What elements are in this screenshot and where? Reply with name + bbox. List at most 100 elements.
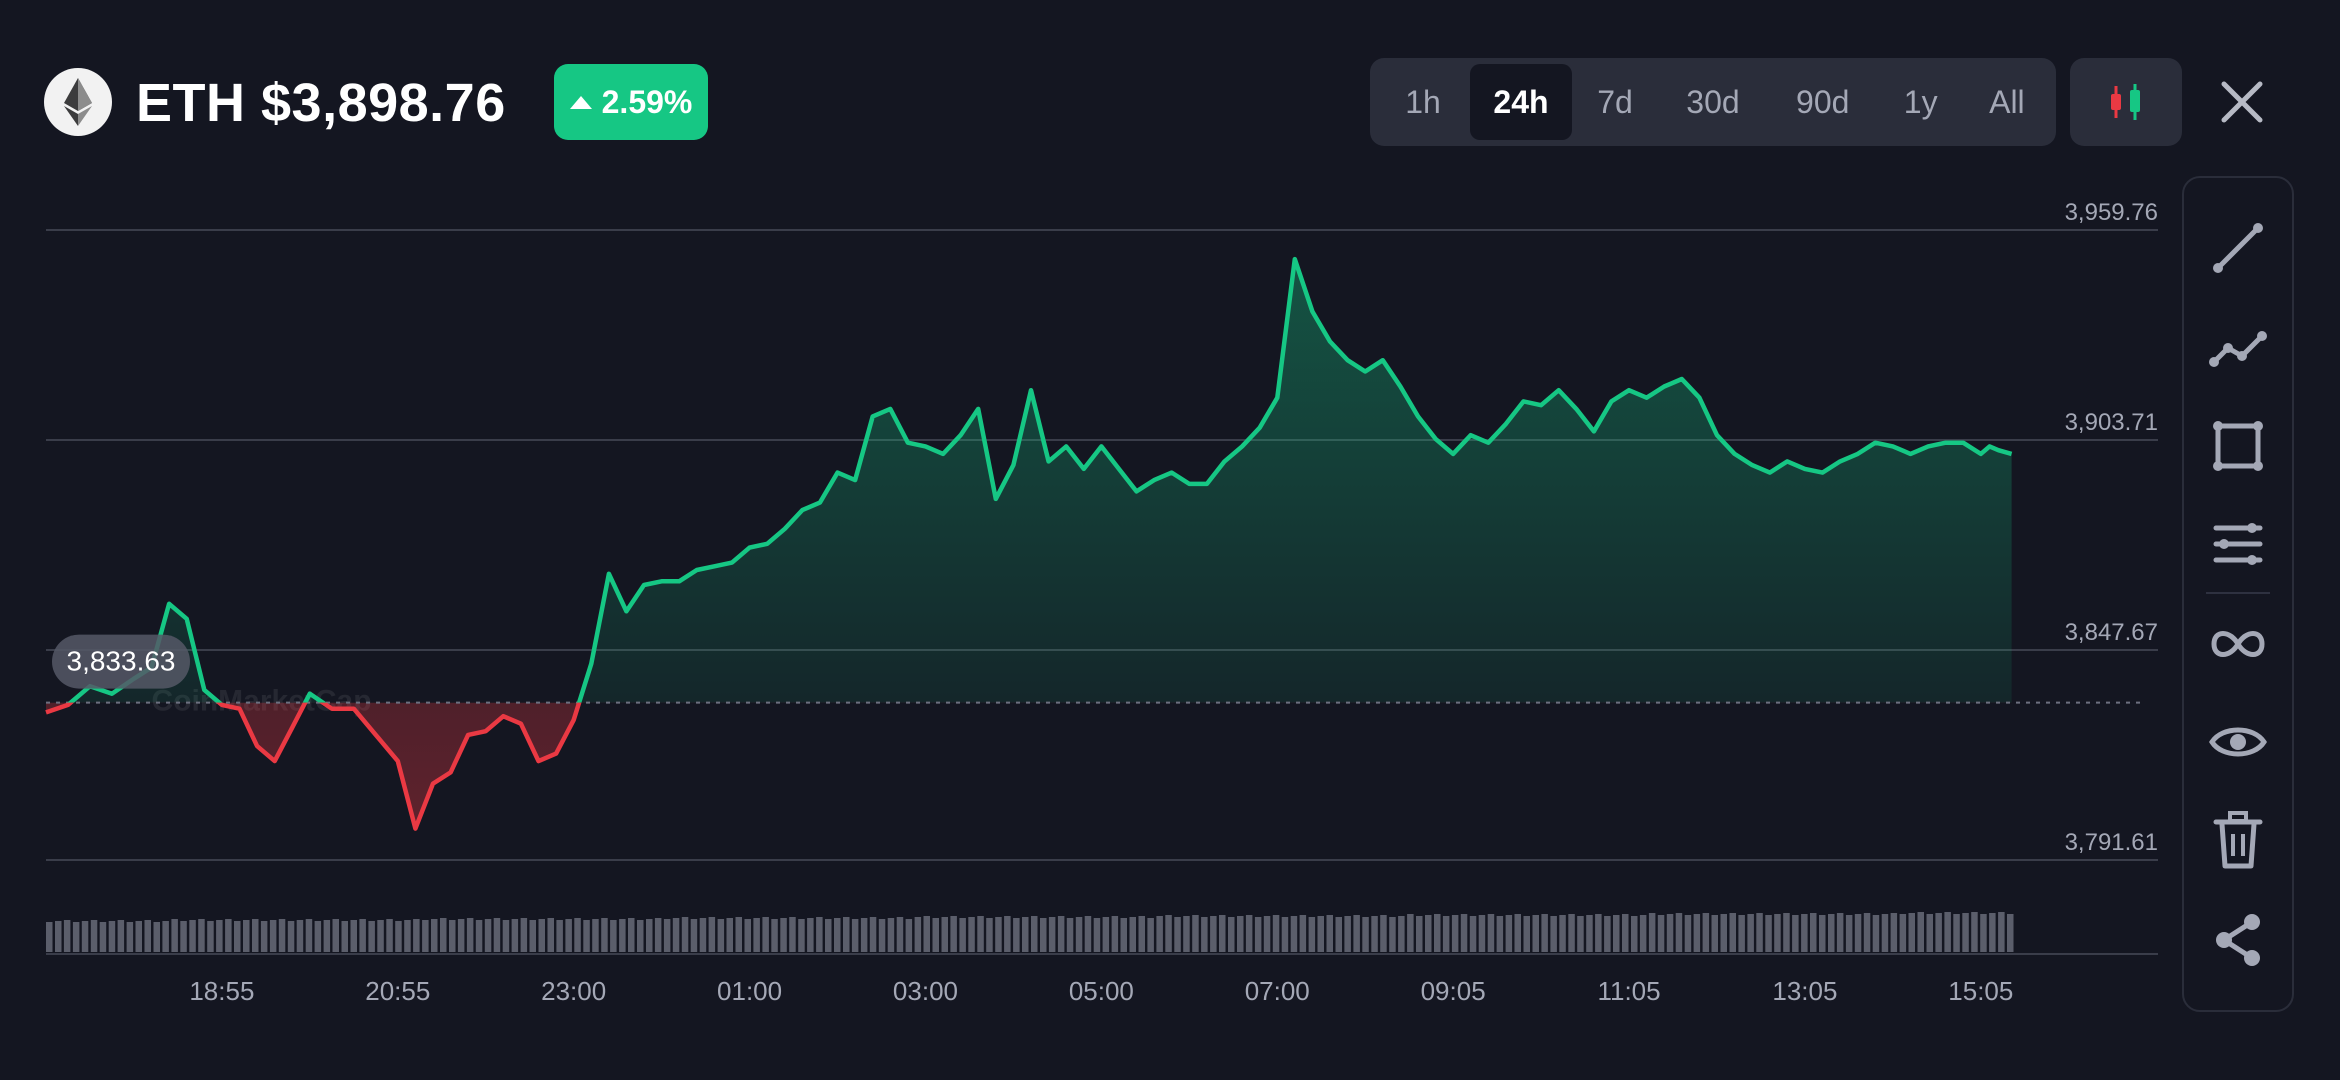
close-button[interactable] bbox=[2210, 70, 2274, 134]
share-tool[interactable] bbox=[2184, 900, 2292, 980]
volume-bar bbox=[502, 920, 510, 952]
volume-bar bbox=[296, 920, 304, 952]
x-axis-label: 23:00 bbox=[541, 976, 606, 1006]
rectangle-tool[interactable] bbox=[2184, 406, 2292, 486]
range-tab-7d[interactable]: 7d bbox=[1572, 64, 1658, 140]
volume-bar bbox=[1353, 915, 1360, 952]
volume-bar bbox=[816, 917, 823, 952]
delete-tool[interactable] bbox=[2184, 800, 2292, 880]
volume-bar bbox=[234, 921, 241, 952]
range-tab-24h[interactable]: 24h bbox=[1470, 64, 1572, 140]
y-axis-label: 3,959.76 bbox=[2065, 199, 2158, 226]
volume-bar bbox=[1935, 913, 1942, 952]
trend-line-tool[interactable] bbox=[2184, 208, 2292, 288]
volume-bar bbox=[914, 917, 922, 952]
volume-bar bbox=[63, 920, 71, 952]
volume-bar bbox=[646, 919, 653, 952]
volume-bar bbox=[1451, 915, 1459, 952]
x-axis-label: 05:00 bbox=[1069, 976, 1134, 1006]
volume-bar bbox=[941, 917, 948, 952]
volume-bar bbox=[144, 920, 151, 952]
volume-bar bbox=[1174, 917, 1181, 952]
volume-bar bbox=[1040, 918, 1047, 952]
rectangle-icon bbox=[2213, 421, 2263, 471]
time-range-tabs: 1h 24h 7d 30d 90d 1y All bbox=[1370, 58, 2056, 146]
chart-canvas[interactable]: 3,959.763,903.713,847.673,791.61CoinMark… bbox=[0, 170, 2170, 1080]
range-tab-all[interactable]: All bbox=[1964, 64, 2050, 140]
tools-divider bbox=[2206, 592, 2270, 594]
range-tab-1h[interactable]: 1h bbox=[1376, 64, 1470, 140]
volume-bar bbox=[457, 919, 465, 952]
volume-bar bbox=[1362, 917, 1369, 952]
volume-bar bbox=[843, 917, 850, 952]
volume-bar bbox=[663, 919, 671, 952]
volume-bar bbox=[440, 918, 447, 952]
range-tab-30d[interactable]: 30d bbox=[1658, 64, 1768, 140]
volume-bar bbox=[305, 919, 313, 952]
infinity-tool[interactable] bbox=[2184, 604, 2292, 684]
x-axis-label: 09:05 bbox=[1421, 976, 1486, 1006]
volume-bar bbox=[278, 919, 286, 952]
volume-bar bbox=[905, 919, 913, 952]
range-tab-1y[interactable]: 1y bbox=[1878, 64, 1964, 140]
volume-bar bbox=[1272, 915, 1280, 952]
volume-bar bbox=[1962, 913, 1969, 952]
volume-bar bbox=[1586, 915, 1593, 952]
volume-bar bbox=[1084, 916, 1092, 952]
volume-bar bbox=[1872, 915, 1880, 952]
volume-bar bbox=[1998, 912, 2005, 952]
ethereum-logo-icon bbox=[44, 68, 112, 136]
volume-bar bbox=[1281, 917, 1289, 952]
volume-bar bbox=[1622, 914, 1629, 952]
horizontal-lines-tool[interactable] bbox=[2184, 504, 2292, 584]
volume-bar bbox=[807, 918, 814, 952]
volume-bar bbox=[628, 918, 635, 952]
range-tab-90d[interactable]: 90d bbox=[1768, 64, 1878, 140]
volume-bar bbox=[1228, 917, 1235, 952]
volume-bar bbox=[1237, 916, 1244, 952]
volume-bar bbox=[1245, 915, 1253, 952]
infinity-icon bbox=[2211, 631, 2265, 657]
volume-bar bbox=[1290, 916, 1298, 952]
volume-bar bbox=[610, 920, 617, 952]
volume-bar bbox=[1371, 916, 1378, 952]
volume-bar bbox=[332, 919, 339, 952]
volume-bar bbox=[762, 917, 769, 952]
polyline-tool[interactable] bbox=[2184, 308, 2292, 388]
volume-bar bbox=[1317, 916, 1324, 952]
price-chart[interactable]: 3,959.76 3,903.71 3,847.67 3,791.61 CoinMark… bbox=[0, 170, 2170, 1080]
volume-bar bbox=[72, 922, 80, 952]
volume-bar bbox=[1613, 915, 1620, 952]
candlestick-toggle-button[interactable] bbox=[2070, 58, 2182, 146]
volume-bar bbox=[1666, 914, 1674, 952]
volume-bar bbox=[243, 920, 250, 952]
price-change-value: 2.59% bbox=[601, 83, 693, 120]
volume-bar bbox=[314, 921, 322, 952]
volume-bar bbox=[1926, 914, 1933, 952]
volume-bar bbox=[341, 921, 348, 952]
volume-bar bbox=[1702, 913, 1710, 952]
volume-bar bbox=[1890, 913, 1898, 952]
volume-bar bbox=[1801, 914, 1808, 952]
volume-bar bbox=[780, 918, 787, 952]
visibility-tool[interactable] bbox=[2184, 702, 2292, 782]
volume-bar bbox=[1908, 913, 1915, 952]
close-icon bbox=[2221, 81, 2263, 123]
volume-bar bbox=[1048, 917, 1056, 952]
volume-bar bbox=[1514, 914, 1521, 952]
volume-bar bbox=[574, 918, 581, 952]
volume-bar bbox=[1434, 914, 1441, 952]
volume-bar bbox=[198, 919, 205, 952]
volume-bar bbox=[520, 918, 528, 952]
volume-bar bbox=[126, 922, 134, 952]
volume-bar bbox=[368, 921, 375, 952]
volume-bar bbox=[135, 921, 142, 952]
volume-bar bbox=[1783, 913, 1790, 952]
volume-bar bbox=[1066, 918, 1074, 952]
volume-bar bbox=[538, 919, 545, 952]
volume-bar bbox=[1165, 915, 1172, 952]
share-icon bbox=[2216, 914, 2260, 966]
volume-bar bbox=[484, 919, 492, 952]
volume-bar bbox=[1819, 915, 1826, 952]
volume-bar bbox=[1442, 916, 1450, 952]
